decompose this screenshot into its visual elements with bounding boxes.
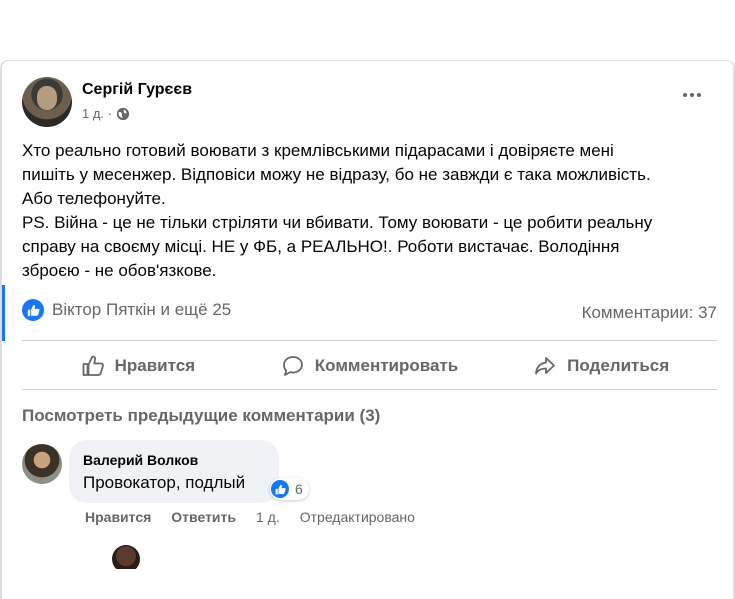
like-button[interactable]: Нравится [22, 344, 254, 388]
like-reaction-icon [271, 480, 289, 498]
share-button[interactable]: Поделиться [485, 344, 717, 388]
reactions-text: Віктор Пяткін и ещё 25 [52, 300, 232, 319]
post-meta: 1 д. · [82, 106, 130, 121]
comment-bubble: Валерий Волков Провокатор, подлый [69, 440, 279, 503]
like-reaction-icon [22, 299, 44, 321]
comment-reply-link[interactable]: Ответить [171, 509, 236, 525]
focus-accent-bar [2, 285, 5, 341]
comment-reaction-count: 6 [295, 481, 303, 497]
commenter-avatar[interactable] [22, 444, 62, 484]
share-arrow-icon [535, 357, 556, 375]
comment-bubble-icon [282, 356, 303, 376]
next-reply-preview [85, 539, 535, 569]
comment-reactions[interactable]: 6 [270, 478, 309, 500]
author-name[interactable]: Сергій Гурєєв [82, 81, 192, 99]
comments-count[interactable]: Комментарии: 37 [582, 303, 717, 323]
comment-button[interactable]: Комментировать [254, 344, 486, 388]
comment-author[interactable]: Валерий Волков [83, 452, 265, 468]
divider [22, 389, 717, 390]
comment-text: Провокатор, подлый [83, 473, 246, 492]
comment-time[interactable]: 1 д. [256, 509, 280, 525]
thumbs-up-icon [82, 355, 104, 376]
share-label: Поделиться [567, 356, 670, 375]
reply-avatar[interactable] [112, 545, 140, 569]
like-label: Нравится [114, 356, 196, 375]
comment-like-link[interactable]: Нравится [85, 509, 151, 525]
post-text: Хто реально готовий воювати з кремлівськ… [22, 141, 653, 280]
post-time[interactable]: 1 д. · [82, 106, 112, 121]
post-card: Сергій Гурєєв 1 д. · Хто реально готовий… [0, 60, 735, 599]
post-actions: Нравится Комментировать Поделиться [22, 344, 717, 388]
divider [22, 340, 717, 341]
reactions-summary[interactable]: Віктор Пяткін и ещё 25 [22, 299, 231, 321]
more-options-icon[interactable] [677, 85, 707, 105]
globe-icon [116, 107, 130, 120]
view-previous-comments[interactable]: Посмотреть предыдущие комментарии (3) [22, 406, 380, 426]
comment-edited-label: Отредактировано [299, 509, 415, 525]
author-avatar[interactable] [22, 77, 72, 127]
comment-label: Комментировать [314, 356, 459, 375]
comment-actions: Нравится Ответить 1 д. Отредактировано [85, 509, 415, 525]
